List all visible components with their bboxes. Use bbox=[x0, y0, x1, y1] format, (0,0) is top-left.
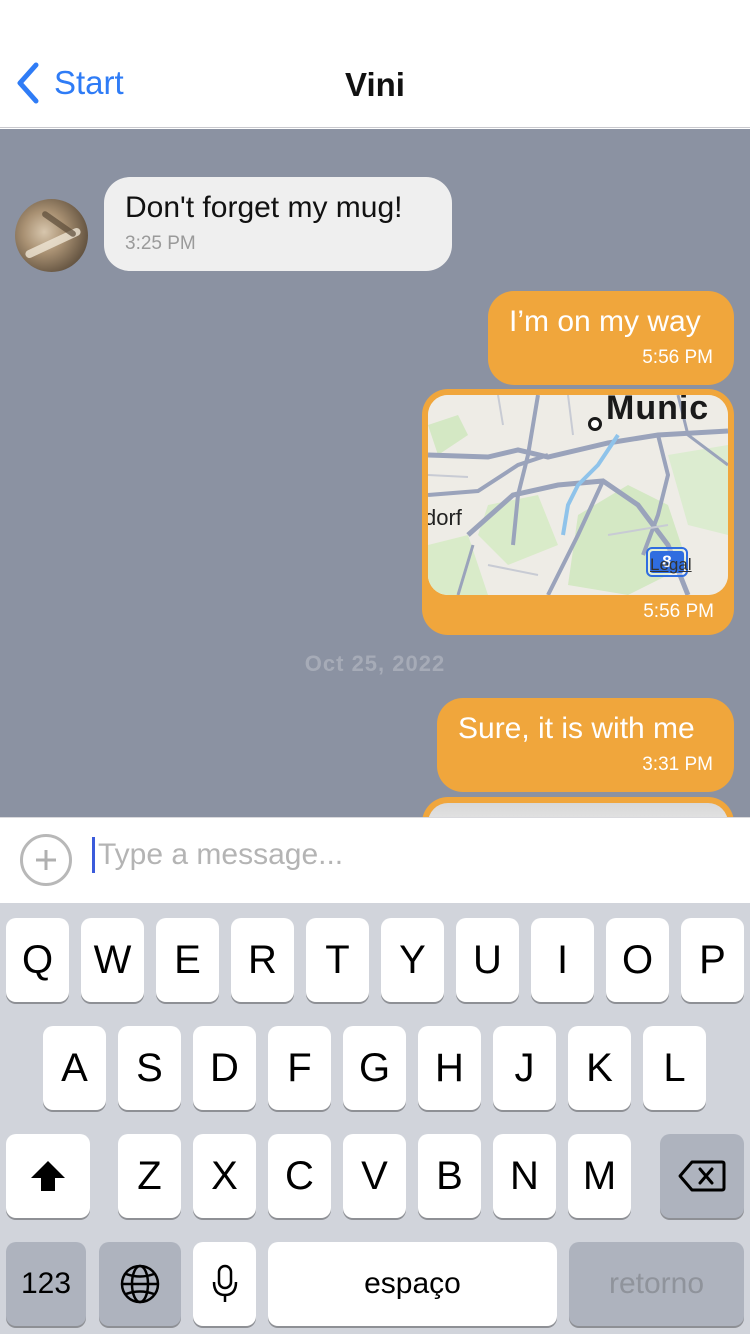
microphone-icon bbox=[212, 1264, 237, 1302]
message-text: Don't forget my mug! bbox=[125, 191, 403, 224]
key-b[interactable]: B bbox=[418, 1134, 481, 1218]
dictation-key[interactable] bbox=[193, 1242, 256, 1326]
space-key[interactable]: espaço bbox=[268, 1242, 557, 1326]
image-message-bubble[interactable] bbox=[422, 797, 734, 817]
message-bubble-incoming[interactable]: Don't forget my mug! 3:25 PM bbox=[104, 177, 452, 271]
key-x[interactable]: X bbox=[193, 1134, 256, 1218]
plus-circle-icon[interactable] bbox=[20, 834, 72, 886]
navigation-bar: Start Vini bbox=[0, 0, 750, 128]
key-g[interactable]: G bbox=[343, 1026, 406, 1110]
key-h[interactable]: H bbox=[418, 1026, 481, 1110]
key-c[interactable]: C bbox=[268, 1134, 331, 1218]
message-time: 5:56 PM bbox=[643, 601, 714, 622]
message-composer bbox=[0, 817, 750, 903]
map-city-label: Munic bbox=[606, 395, 710, 427]
message-time: 5:56 PM bbox=[642, 347, 713, 368]
key-y[interactable]: Y bbox=[381, 918, 444, 1002]
key-a[interactable]: A bbox=[43, 1026, 106, 1110]
message-time: 3:25 PM bbox=[125, 233, 196, 254]
key-k[interactable]: K bbox=[568, 1026, 631, 1110]
conversation-title: Vini bbox=[345, 66, 405, 103]
key-n[interactable]: N bbox=[493, 1134, 556, 1218]
date-separator: Oct 25, 2022 bbox=[304, 651, 446, 676]
message-bubble-outgoing[interactable]: Sure, it is with me 3:31 PM bbox=[437, 698, 734, 792]
location-map[interactable]: Munic dorf 8 Legal bbox=[428, 395, 728, 595]
image-attachment[interactable] bbox=[428, 803, 728, 817]
key-d[interactable]: D bbox=[193, 1026, 256, 1110]
chat-thread[interactable]: Don't forget my mug! 3:25 PM I’m on my w… bbox=[0, 129, 750, 817]
key-f[interactable]: F bbox=[268, 1026, 331, 1110]
location-message-bubble[interactable]: Munic dorf 8 Legal 5:56 PM bbox=[422, 389, 734, 635]
location-pin-icon bbox=[588, 417, 602, 431]
key-u[interactable]: U bbox=[456, 918, 519, 1002]
message-bubble-outgoing[interactable]: I’m on my way 5:56 PM bbox=[488, 291, 734, 385]
key-s[interactable]: S bbox=[118, 1026, 181, 1110]
message-input[interactable] bbox=[98, 832, 718, 878]
shift-key[interactable] bbox=[6, 1134, 90, 1218]
contact-avatar[interactable] bbox=[15, 199, 88, 272]
key-r[interactable]: R bbox=[231, 918, 294, 1002]
map-town-label: dorf bbox=[428, 505, 462, 530]
key-p[interactable]: P bbox=[681, 918, 744, 1002]
key-e[interactable]: E bbox=[156, 918, 219, 1002]
delete-key[interactable] bbox=[660, 1134, 744, 1218]
key-j[interactable]: J bbox=[493, 1026, 556, 1110]
key-v[interactable]: V bbox=[343, 1134, 406, 1218]
message-text: Sure, it is with me bbox=[458, 712, 695, 745]
key-o[interactable]: O bbox=[606, 918, 669, 1002]
return-key[interactable]: retorno bbox=[569, 1242, 744, 1326]
key-q[interactable]: Q bbox=[6, 918, 69, 1002]
key-i[interactable]: I bbox=[531, 918, 594, 1002]
backspace-icon bbox=[678, 1160, 726, 1192]
numbers-key[interactable]: 123 bbox=[6, 1242, 86, 1326]
text-cursor bbox=[92, 837, 95, 873]
shift-icon bbox=[31, 1161, 65, 1191]
globe-key[interactable] bbox=[99, 1242, 181, 1326]
keyboard: Q W E R T Y U I O P A S D F G H J K L Z … bbox=[0, 903, 750, 1334]
key-w[interactable]: W bbox=[81, 918, 144, 1002]
key-l[interactable]: L bbox=[643, 1026, 706, 1110]
key-z[interactable]: Z bbox=[118, 1134, 181, 1218]
key-t[interactable]: T bbox=[306, 918, 369, 1002]
globe-icon bbox=[120, 1264, 160, 1304]
message-text: I’m on my way bbox=[509, 305, 701, 338]
key-m[interactable]: M bbox=[568, 1134, 631, 1218]
message-time: 3:31 PM bbox=[642, 754, 713, 775]
map-legal-link[interactable]: Legal bbox=[650, 555, 692, 575]
